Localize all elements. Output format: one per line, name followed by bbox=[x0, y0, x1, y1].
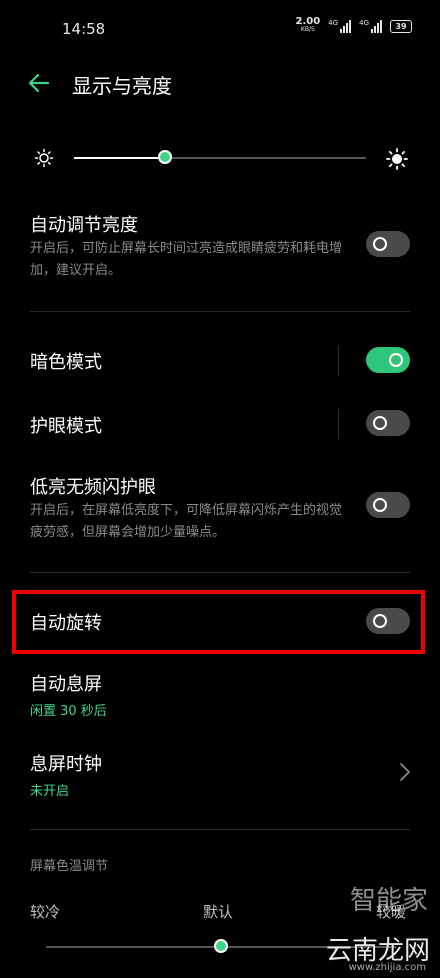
aod-clock-label[interactable]: 息屏时钟 bbox=[30, 750, 102, 776]
signal-icon: 4G bbox=[359, 19, 382, 33]
brightness-slider-fill bbox=[74, 157, 165, 159]
status-icons: 2.00 KB/S 4G 4G 39 bbox=[295, 16, 412, 34]
dark-mode-toggle[interactable] bbox=[366, 347, 410, 373]
low-brightness-dc-toggle[interactable] bbox=[366, 492, 410, 518]
color-temp-default-label: 默认 bbox=[203, 903, 234, 921]
chevron-right-icon[interactable] bbox=[398, 762, 412, 782]
network-speed-unit: KB/S bbox=[300, 26, 315, 33]
eye-protection-label: 护眼模式 bbox=[30, 416, 102, 437]
auto-brightness-toggle[interactable] bbox=[366, 231, 410, 257]
sim2-label: 4G bbox=[359, 19, 369, 27]
aod-clock-value: 未开启 bbox=[30, 784, 70, 799]
sun-large-icon bbox=[386, 148, 408, 170]
divider bbox=[30, 572, 410, 573]
network-speed: 2.00 KB/S bbox=[295, 16, 321, 34]
sun-small-icon bbox=[34, 148, 54, 168]
color-temp-cool-label: 较冷 bbox=[30, 903, 61, 921]
page-title: 显示与亮度 bbox=[72, 74, 172, 98]
screen-timeout-value: 闲置 30 秒后 bbox=[30, 704, 107, 719]
sim1-label: 4G bbox=[328, 19, 339, 27]
dark-mode-label: 暗色模式 bbox=[30, 352, 102, 373]
divider bbox=[30, 829, 410, 830]
low-brightness-dc-desc: 开启后，在屏幕低亮度下，可降低屏幕闪烁产生的视觉疲劳感，但屏幕会增加少量噪点。 bbox=[30, 503, 343, 540]
network-speed-value: 2.00 bbox=[295, 16, 321, 27]
divider bbox=[30, 311, 410, 312]
signal-icon: 4G bbox=[328, 19, 352, 33]
color-temp-section-title: 屏幕色温调节 bbox=[30, 859, 109, 874]
back-arrow-icon[interactable] bbox=[26, 70, 52, 96]
screen-timeout-label[interactable]: 自动息屏 bbox=[30, 670, 102, 696]
watermark-url: www.zhijia.com bbox=[348, 962, 426, 973]
status-time: 14:58 bbox=[62, 20, 106, 38]
eye-protection-toggle[interactable] bbox=[366, 410, 410, 436]
watermark-text: 智能家 bbox=[349, 886, 428, 916]
battery-icon: 39 bbox=[390, 19, 412, 33]
auto-rotate-label: 自动旋转 bbox=[30, 613, 102, 634]
auto-brightness-label: 自动调节亮度 bbox=[30, 215, 138, 236]
brightness-slider-thumb[interactable] bbox=[157, 150, 172, 164]
separator bbox=[338, 409, 339, 439]
color-temp-slider-thumb[interactable] bbox=[214, 939, 228, 953]
auto-brightness-desc: 开启后，可防止屏幕长时间过亮造成眼睛疲劳和耗电增加，建议开启。 bbox=[30, 241, 343, 278]
low-brightness-dc-label: 低亮无频闪护眼 bbox=[30, 477, 156, 498]
auto-rotate-toggle[interactable] bbox=[366, 608, 410, 634]
separator bbox=[338, 346, 339, 376]
